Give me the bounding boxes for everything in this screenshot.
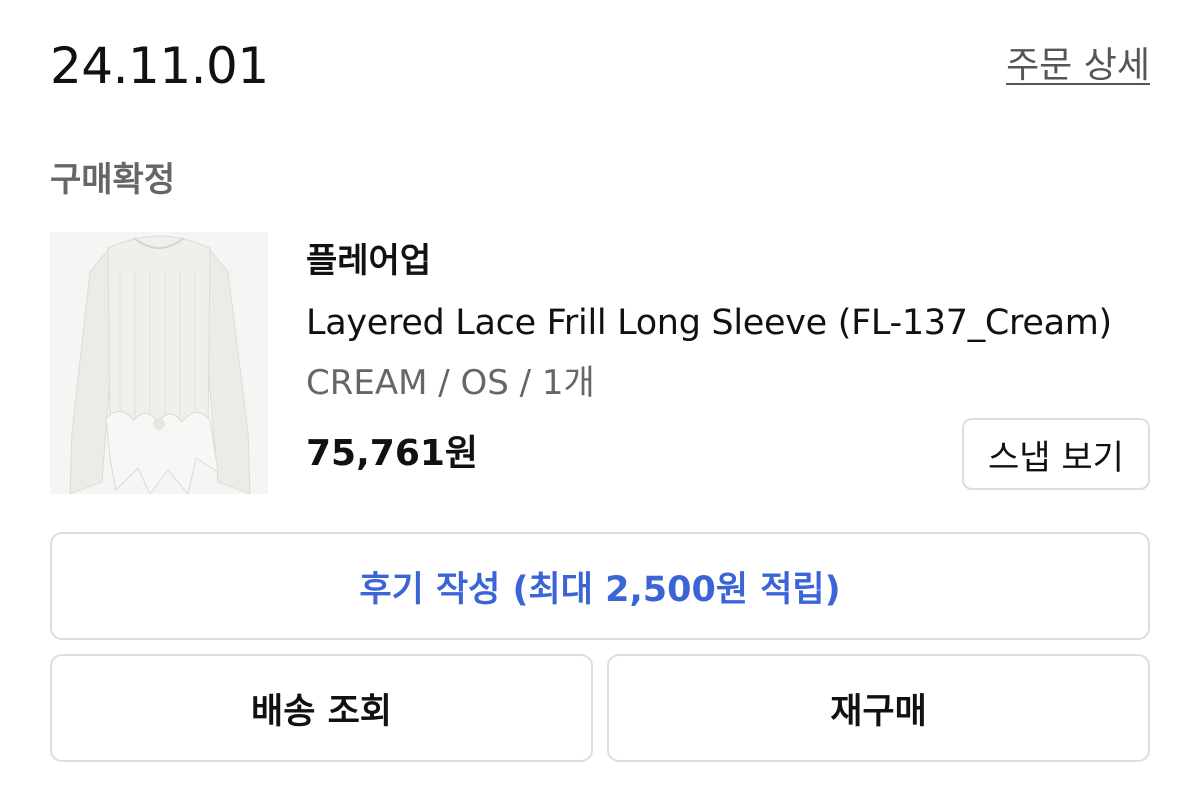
order-date: 24.11.01 [50, 37, 269, 95]
view-snap-button[interactable]: 스냅 보기 [962, 418, 1150, 490]
rebuy-button[interactable]: 재구매 [607, 654, 1150, 762]
product-brand[interactable]: 플레어업 [306, 238, 431, 284]
order-detail-link[interactable]: 주문 상세 [1006, 44, 1150, 88]
product-name[interactable]: Layered Lace Frill Long Sleeve (FL-137_C… [306, 300, 1112, 346]
order-status: 구매확정 [50, 160, 176, 200]
product-thumbnail[interactable] [50, 232, 268, 494]
product-price: 75,761원 [306, 433, 479, 474]
track-delivery-button[interactable]: 배송 조회 [50, 654, 593, 762]
cream-lace-long-sleeve-top-icon [50, 232, 268, 494]
write-review-button[interactable]: 후기 작성 (최대 2,500원 적립) [50, 532, 1150, 640]
product-option: CREAM / OS / 1개 [306, 363, 595, 403]
